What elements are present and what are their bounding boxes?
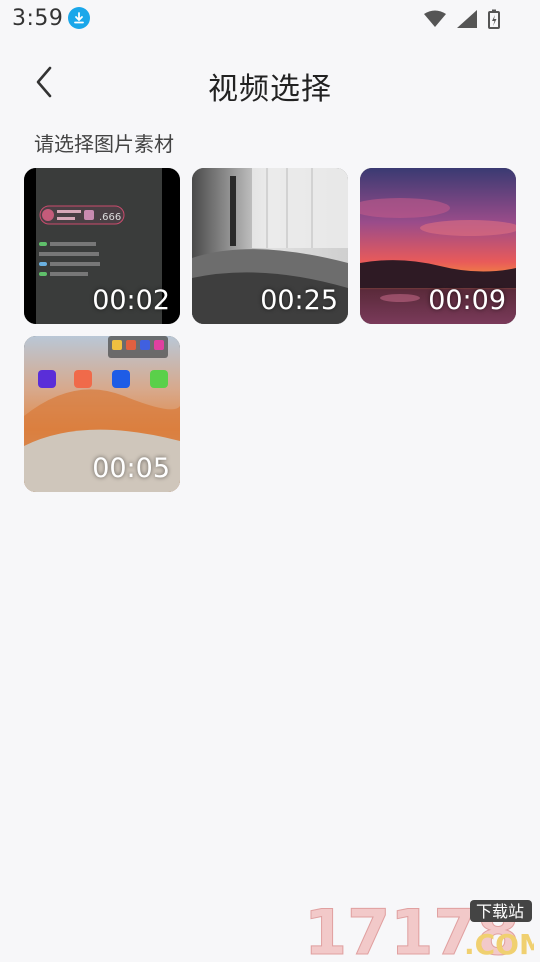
toolbar: 视频选择: [0, 54, 540, 114]
status-time: 3:59: [12, 6, 63, 31]
video-duration: 00:25: [260, 285, 338, 316]
watermark-logo: 17178 下载站 .COM: [304, 894, 534, 958]
video-tile[interactable]: 00:25: [192, 168, 348, 324]
battery-charging-icon: [488, 9, 500, 29]
video-tile[interactable]: .666 00:02: [24, 168, 180, 324]
signal-icon: [457, 10, 477, 28]
video-duration: 00:05: [92, 453, 170, 484]
video-tile[interactable]: 00:05: [24, 336, 180, 492]
page-title: 视频选择: [0, 64, 540, 108]
system-icons: [418, 8, 500, 29]
wifi-icon: [424, 10, 446, 28]
watermark-tag: 下载站: [476, 902, 524, 921]
watermark-domain: .COM: [464, 928, 534, 958]
video-tile[interactable]: 00:09: [360, 168, 516, 324]
section-subtitle: 请选择图片素材: [34, 128, 174, 157]
download-icon: [68, 7, 90, 29]
video-duration: 00:09: [428, 285, 506, 316]
svg-text:.666: .666: [99, 212, 121, 223]
status-bar: 3:59: [0, 0, 540, 36]
video-duration: 00:02: [92, 285, 170, 316]
